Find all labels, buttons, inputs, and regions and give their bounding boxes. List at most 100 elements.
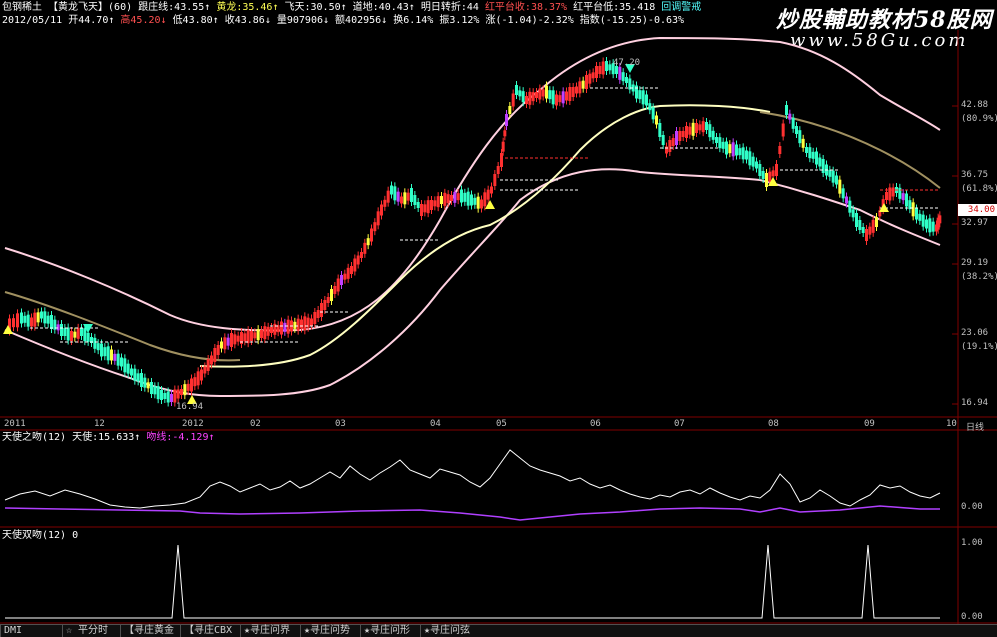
- candle-body: [668, 140, 672, 152]
- candle-body: [815, 151, 818, 165]
- candle-body: [270, 327, 273, 333]
- panel2-title[interactable]: 天使之吻(12): [2, 432, 66, 443]
- candle-body: [336, 278, 340, 292]
- candle-body: [133, 368, 137, 381]
- candle-body: [635, 85, 638, 99]
- candle-body: [648, 103, 652, 111]
- candle-body: [86, 332, 90, 342]
- y-tick-2: (80.9%): [961, 114, 997, 124]
- x-axis-label: 05: [496, 419, 507, 429]
- candle-body: [440, 196, 443, 204]
- candle-body: [393, 186, 397, 201]
- candle-body: [705, 122, 708, 130]
- candle-body: [480, 199, 483, 209]
- candle-body: [905, 193, 908, 207]
- candle-body: [43, 311, 47, 324]
- candle-body: [140, 373, 143, 387]
- tab-seek-string[interactable]: ★寻庄问弦: [420, 625, 483, 637]
- candle-body: [343, 273, 347, 280]
- candle-body: [715, 137, 718, 143]
- candle-body: [33, 312, 37, 327]
- candle-body: [236, 335, 240, 342]
- candle-body: [725, 141, 728, 155]
- candle-body: [551, 90, 555, 105]
- candle-body: [748, 151, 752, 166]
- candle-body: [446, 194, 450, 204]
- y-tick-4: (61.8%): [961, 184, 997, 194]
- candle-body: [805, 147, 808, 153]
- candle-body: [925, 219, 928, 229]
- candle-body: [326, 297, 330, 303]
- candle-body: [126, 363, 130, 374]
- y-tick-8: 23.06: [961, 328, 989, 338]
- candle-body: [130, 368, 133, 376]
- candle-body: [463, 192, 467, 202]
- candle-body: [263, 326, 267, 340]
- candle-body: [433, 200, 437, 207]
- candle-body: [116, 353, 120, 366]
- panel2-angel-value: 天使:15.633↑: [72, 432, 141, 443]
- candle-body: [420, 204, 423, 216]
- tab-seek-realm[interactable]: ★寻庄问界: [240, 625, 303, 637]
- price-chart[interactable]: [0, 0, 997, 636]
- candle-body: [406, 192, 410, 201]
- candle-body: [73, 331, 77, 338]
- candle-body: [413, 195, 417, 205]
- candle-body: [728, 144, 732, 154]
- candle-body: [561, 91, 565, 104]
- candle-body: [681, 131, 685, 137]
- candle-body: [898, 187, 902, 199]
- candle-body: [661, 135, 665, 145]
- candle-body: [795, 126, 798, 134]
- panel3-title[interactable]: 天使双吻(12): [2, 530, 66, 541]
- tab-seek-shape[interactable]: ★寻庄问形: [360, 625, 423, 637]
- tab-seek-trend[interactable]: ★寻庄问势: [300, 625, 363, 637]
- tab-seek-cbx[interactable]: 【寻庄CBX: [180, 625, 243, 637]
- candle-body: [120, 357, 123, 367]
- candle-body: [918, 213, 922, 221]
- candle-body: [193, 377, 197, 387]
- candle-body: [588, 73, 592, 84]
- candle-body: [545, 85, 548, 99]
- candle-body: [216, 345, 220, 355]
- x-axis-label: 2011: [4, 419, 26, 429]
- candle-body: [106, 346, 110, 361]
- candle-body: [868, 226, 872, 235]
- candle-body: [493, 174, 497, 186]
- candle-body: [186, 383, 190, 391]
- candle-body: [363, 242, 367, 254]
- candle-body: [426, 200, 430, 214]
- tab-dmi[interactable]: DMI: [0, 625, 65, 637]
- candle-body: [801, 138, 805, 148]
- y-tick-10: 16.94: [961, 398, 989, 408]
- candle-body: [735, 144, 738, 156]
- y-tick-3: 36.75: [961, 170, 989, 180]
- candle-body: [96, 343, 100, 351]
- candle-body: [473, 197, 477, 205]
- candle-body: [123, 358, 127, 373]
- candle-body: [638, 90, 642, 100]
- tab-flat-timeshare[interactable]: ☆ 平分时: [62, 625, 121, 637]
- candle-body: [303, 316, 307, 331]
- y-tick-5: 32.97: [961, 218, 989, 228]
- candle-body: [370, 228, 373, 242]
- peak-price-label: 47.20: [613, 58, 641, 68]
- candle-body: [36, 312, 40, 323]
- y-tick-9: (19.1%): [961, 342, 997, 352]
- period-label[interactable]: 日线: [966, 420, 984, 433]
- candlestick-series: [8, 57, 942, 407]
- candle-body: [246, 330, 250, 344]
- candle-body: [741, 147, 745, 160]
- candle-body: [731, 142, 735, 157]
- candle-body: [196, 371, 200, 386]
- candle-body: [675, 131, 678, 145]
- tab-seek-gold[interactable]: 【寻庄黄金: [120, 625, 183, 637]
- x-axis-label: 06: [590, 419, 601, 429]
- candle-body: [578, 81, 582, 94]
- candle-body: [651, 107, 655, 120]
- candle-body: [376, 211, 380, 226]
- panel3-header: 天使双吻(12) 0: [2, 530, 78, 542]
- candle-body: [808, 147, 812, 159]
- candle-body: [521, 91, 525, 103]
- candle-body: [180, 389, 183, 395]
